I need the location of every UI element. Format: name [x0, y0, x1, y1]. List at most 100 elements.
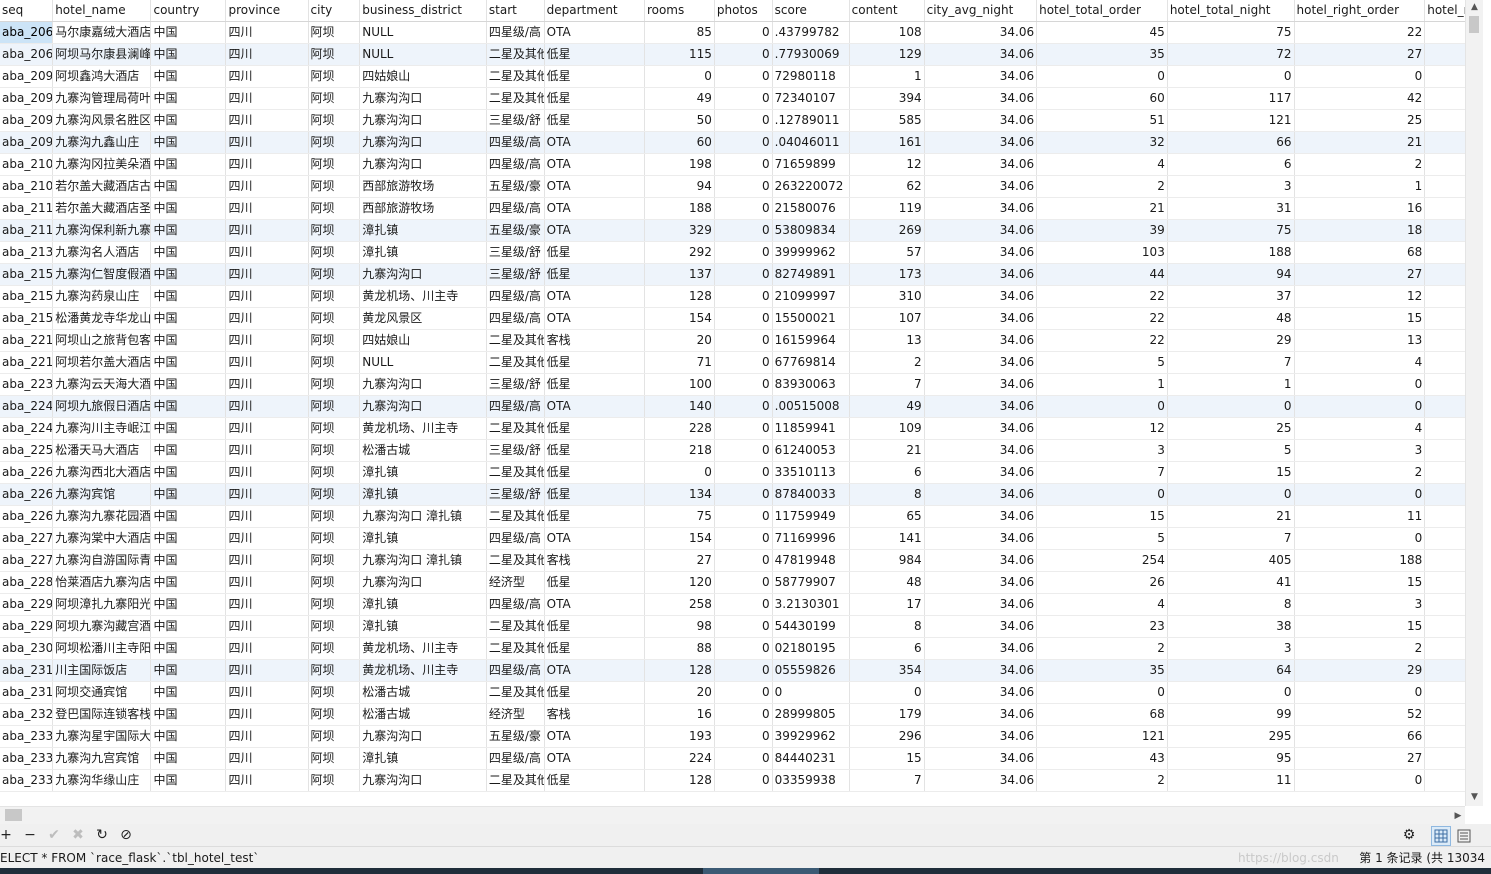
scroll-right-arrow-icon[interactable]: ▶ [1451, 807, 1465, 825]
table-cell[interactable]: 漳扎镇 [359, 483, 487, 506]
table-cell[interactable]: 585 [849, 109, 925, 132]
table-cell[interactable]: 0 [1294, 65, 1426, 88]
table-cell[interactable]: aba_229 [0, 593, 54, 616]
table-cell[interactable]: 5 [1036, 527, 1168, 550]
table-cell[interactable]: 2 [1294, 153, 1426, 176]
table-cell[interactable]: 115 [644, 43, 715, 66]
vertical-scrollbar[interactable]: ▲ ▼ [1465, 0, 1483, 806]
table-cell[interactable]: OTA [544, 175, 645, 198]
table-cell[interactable]: 九寨沟九鑫山庄 [52, 131, 152, 154]
table-cell[interactable] [1424, 527, 1465, 550]
data-grid[interactable]: seq hotel_name country province city business… [0, 0, 1465, 792]
table-cell[interactable]: 108 [849, 21, 925, 44]
table-cell[interactable]: 阿坝 [308, 395, 361, 418]
table-cell[interactable]: 阿坝 [308, 21, 361, 44]
table-cell[interactable]: 四川 [225, 395, 309, 418]
table-row[interactable]: aba_233 九寨沟星宇国际大 中国 四川 阿坝 九寨沟沟口 五星级/豪 OTA 193 0 39… [0, 725, 1465, 748]
table-cell[interactable]: 四川 [225, 439, 309, 462]
table-cell[interactable]: 141 [849, 527, 925, 550]
table-cell[interactable]: 0 [714, 681, 773, 704]
horizontal-scrollbar[interactable]: ▶ [0, 806, 1465, 825]
table-cell[interactable]: 阿坝 [308, 109, 361, 132]
table-cell[interactable]: 61240053 [772, 439, 850, 462]
table-cell[interactable]: 29 [1294, 659, 1426, 682]
table-cell[interactable]: 34.06 [924, 21, 1038, 44]
table-cell[interactable]: 1 [849, 65, 925, 88]
table-cell[interactable]: 四星级/高 [486, 285, 545, 308]
table-cell[interactable]: aba_224 [0, 395, 54, 418]
table-cell[interactable]: 二星及其他 [486, 417, 545, 440]
table-row[interactable]: aba_209 阿坝鑫鸿大酒店 中国 四川 阿坝 四姑娘山 二星及其他 低星 0 0 7298011… [0, 65, 1465, 88]
table-cell[interactable]: 0 [714, 263, 773, 286]
table-cell[interactable]: 三星级/舒 [486, 373, 545, 396]
table-cell[interactable]: .43799782 [772, 21, 850, 44]
table-cell[interactable]: 九寨沟西北大酒店 [52, 461, 152, 484]
table-cell[interactable]: 二星及其他 [486, 769, 545, 792]
table-cell[interactable]: 34.06 [924, 131, 1038, 154]
table-cell[interactable]: 173 [849, 263, 925, 286]
table-cell[interactable]: aba_210 [0, 175, 54, 198]
table-cell[interactable]: 29 [1167, 329, 1295, 352]
table-cell[interactable]: 0 [714, 483, 773, 506]
table-cell[interactable]: 漳扎镇 [359, 747, 487, 770]
table-cell[interactable]: 71169996 [772, 527, 850, 550]
table-cell[interactable]: 阿坝漳扎九寨阳光 [52, 593, 152, 616]
table-row[interactable]: aba_232 登巴国际连锁客栈 中国 四川 阿坝 松潘古城 经济型 客栈 16 0 2899980… [0, 703, 1465, 726]
table-cell[interactable]: 15500021 [772, 307, 850, 330]
table-cell[interactable]: 34.06 [924, 43, 1038, 66]
table-cell[interactable]: .00515008 [772, 395, 850, 418]
table-cell[interactable] [1424, 571, 1465, 594]
table-cell[interactable]: 中国 [150, 615, 227, 638]
table-cell[interactable]: 二星及其他 [486, 65, 545, 88]
table-cell[interactable]: 12 [1036, 417, 1168, 440]
table-cell[interactable]: 四川 [225, 351, 309, 374]
table-cell[interactable]: OTA [544, 747, 645, 770]
table-cell[interactable]: 四星级/高 [486, 593, 545, 616]
table-cell[interactable]: 中国 [150, 241, 227, 264]
table-cell[interactable]: 188 [1167, 241, 1295, 264]
table-cell[interactable]: 二星及其他 [486, 549, 545, 572]
table-cell[interactable]: 九寨沟管理局荷叶 [52, 87, 152, 110]
table-cell[interactable]: 94 [1167, 263, 1295, 286]
table-cell[interactable]: 0 [714, 571, 773, 594]
table-cell[interactable]: 四川 [225, 197, 309, 220]
table-cell[interactable]: 0 [714, 87, 773, 110]
table-cell[interactable]: 漳扎镇 [359, 219, 487, 242]
table-cell[interactable]: 黄龙机场、川主寺 [359, 417, 487, 440]
table-cell[interactable]: 100 [644, 373, 715, 396]
table-cell[interactable]: 121 [1036, 725, 1168, 748]
table-cell[interactable]: 中国 [150, 175, 227, 198]
table-cell[interactable]: 九寨沟沟口 [359, 153, 487, 176]
table-cell[interactable]: 22 [1036, 307, 1168, 330]
table-cell[interactable]: 292 [644, 241, 715, 264]
table-cell[interactable]: 四川 [225, 65, 309, 88]
table-cell[interactable] [1424, 373, 1465, 396]
table-cell[interactable]: 2 [1036, 769, 1168, 792]
vertical-scroll-thumb[interactable] [1469, 16, 1479, 33]
table-row[interactable]: aba_210 九寨沟冈拉美朵酒 中国 四川 阿坝 九寨沟沟口 四星级/高 OTA 198 0 71… [0, 153, 1465, 176]
table-cell[interactable]: OTA [544, 593, 645, 616]
table-cell[interactable]: 66 [1167, 131, 1295, 154]
table-row[interactable]: aba_233 九寨沟九宫宾馆 中国 四川 阿坝 漳扎镇 四星级/高 OTA 224 0 84440… [0, 747, 1465, 770]
table-cell[interactable]: 中国 [150, 593, 227, 616]
table-cell[interactable]: NULL [359, 21, 487, 44]
table-cell[interactable]: 34.06 [924, 637, 1038, 660]
table-cell[interactable]: 二星及其他 [486, 351, 545, 374]
table-cell[interactable]: OTA [544, 153, 645, 176]
table-cell[interactable]: 0 [714, 43, 773, 66]
table-cell[interactable]: 20 [644, 681, 715, 704]
table-cell[interactable]: 0 [1167, 483, 1295, 506]
table-cell[interactable]: 0 [644, 65, 715, 88]
table-cell[interactable] [1424, 439, 1465, 462]
table-cell[interactable]: 7 [849, 769, 925, 792]
table-cell[interactable]: 阿坝 [308, 87, 361, 110]
table-cell[interactable]: 阿坝 [308, 483, 361, 506]
table-cell[interactable]: 34.06 [924, 285, 1038, 308]
table-cell[interactable]: 四星级/高 [486, 131, 545, 154]
table-cell[interactable]: 低星 [544, 505, 645, 528]
table-cell[interactable]: 11859941 [772, 417, 850, 440]
table-cell[interactable]: 黄龙风景区 [359, 307, 487, 330]
table-cell[interactable]: aba_224 [0, 417, 54, 440]
table-cell[interactable]: 161 [849, 131, 925, 154]
table-cell[interactable]: 65 [849, 505, 925, 528]
